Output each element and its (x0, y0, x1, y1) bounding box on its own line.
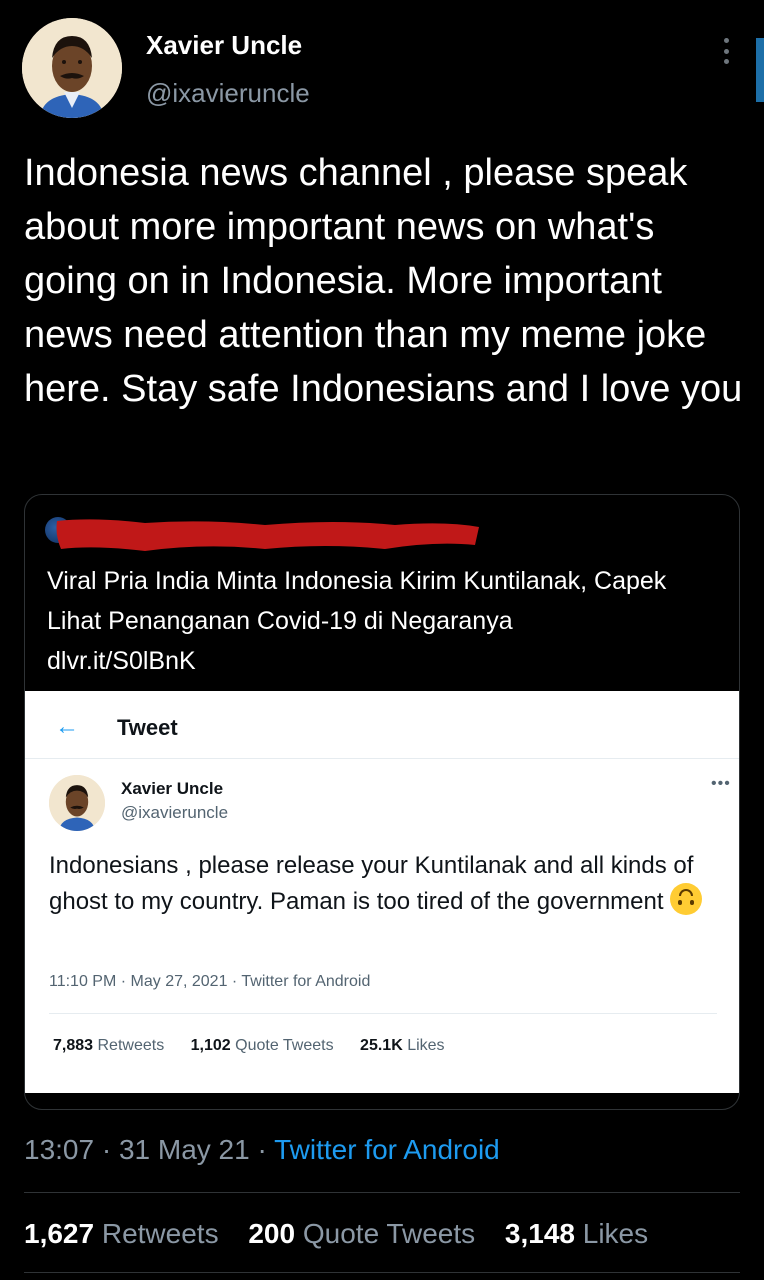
redaction-mark (56, 519, 479, 551)
likes-label: Likes (582, 1218, 649, 1249)
screenshot-tweet-text: Indonesians , please release your Kuntil… (49, 849, 729, 919)
quote-tweets-stat[interactable]: 200 Quote Tweets (248, 1218, 475, 1249)
screenshot-title: Tweet (117, 715, 178, 740)
avatar-portrait-icon (49, 775, 105, 831)
back-arrow-icon: ← (55, 713, 79, 740)
divider (24, 1272, 740, 1273)
tweet-detail-page: Xavier Uncle @ixavieruncle Indonesia new… (0, 0, 764, 1280)
more-options-icon[interactable] (712, 34, 740, 68)
screenshot-author-name: Xavier Uncle (121, 779, 224, 798)
tweet-timestamp: 13:07 · 31 May 21 · Twitter for Android (24, 1134, 500, 1166)
screenshot-header: ← Tweet (25, 691, 739, 759)
tweet-stats: 1,627 Retweets 200 Quote Tweets 3,148 Li… (24, 1218, 648, 1250)
divider (24, 1192, 740, 1193)
author-handle[interactable]: @ixavieruncle (146, 78, 310, 109)
quoted-link[interactable]: dlvr.it/S0lBnK (47, 641, 727, 681)
tweet-time-date: 13:07 · 31 May 21 · (24, 1134, 275, 1165)
screenshot-quotes-label: Quote Tweets (235, 1037, 334, 1054)
tweet-text: Indonesia news channel , please speak ab… (24, 152, 743, 410)
screenshot-likes-label: Likes (407, 1037, 445, 1054)
screenshot-stats: 7,883 Retweets 1,102 Quote Tweets 25.1K … (53, 1037, 445, 1055)
screenshot-meta: 11:10 PM · May 27, 2021 · Twitter for An… (49, 973, 371, 990)
screenshot-likes-count: 25.1K (360, 1037, 403, 1054)
upside-down-face-icon (669, 883, 702, 915)
avatar-portrait-icon (22, 18, 122, 118)
tweet-source-link[interactable]: Twitter for Android (274, 1134, 500, 1165)
author-avatar[interactable] (22, 18, 122, 118)
likes-count: 3,148 (504, 1218, 575, 1249)
screenshot-avatar (49, 775, 105, 831)
screenshot-divider (49, 1013, 717, 1014)
screenshot-author-handle: @ixavieruncle (121, 803, 229, 822)
quoted-tweet-card[interactable]: Viral Pria India Minta Indonesia Kirim K… (24, 494, 740, 1110)
screenshot-more-icon: ••• (711, 775, 731, 792)
quotes-label: Quote Tweets (302, 1218, 476, 1249)
retweets-stat[interactable]: 1,627 Retweets (24, 1218, 219, 1249)
embedded-tweet-screenshot: ← Tweet Xavier Uncle @ixavieruncle ••• I… (25, 691, 739, 1093)
retweets-label: Retweets (101, 1218, 219, 1249)
screenshot-body-text: Indonesians , please release your Kuntil… (49, 852, 694, 915)
quoted-headline: Viral Pria India Minta Indonesia Kirim K… (47, 567, 667, 635)
screenshot-retweets-count: 7,883 (53, 1037, 94, 1054)
screenshot-retweets-label: Retweets (97, 1037, 165, 1054)
likes-stat[interactable]: 3,148 Likes (505, 1218, 648, 1249)
edge-indicator (756, 38, 764, 102)
quoted-tweet-text: Viral Pria India Minta Indonesia Kirim K… (47, 561, 727, 681)
retweets-count: 1,627 (24, 1218, 95, 1249)
quotes-count: 200 (248, 1218, 296, 1249)
screenshot-quotes-count: 1,102 (190, 1037, 231, 1054)
author-name[interactable]: Xavier Uncle (146, 30, 302, 61)
